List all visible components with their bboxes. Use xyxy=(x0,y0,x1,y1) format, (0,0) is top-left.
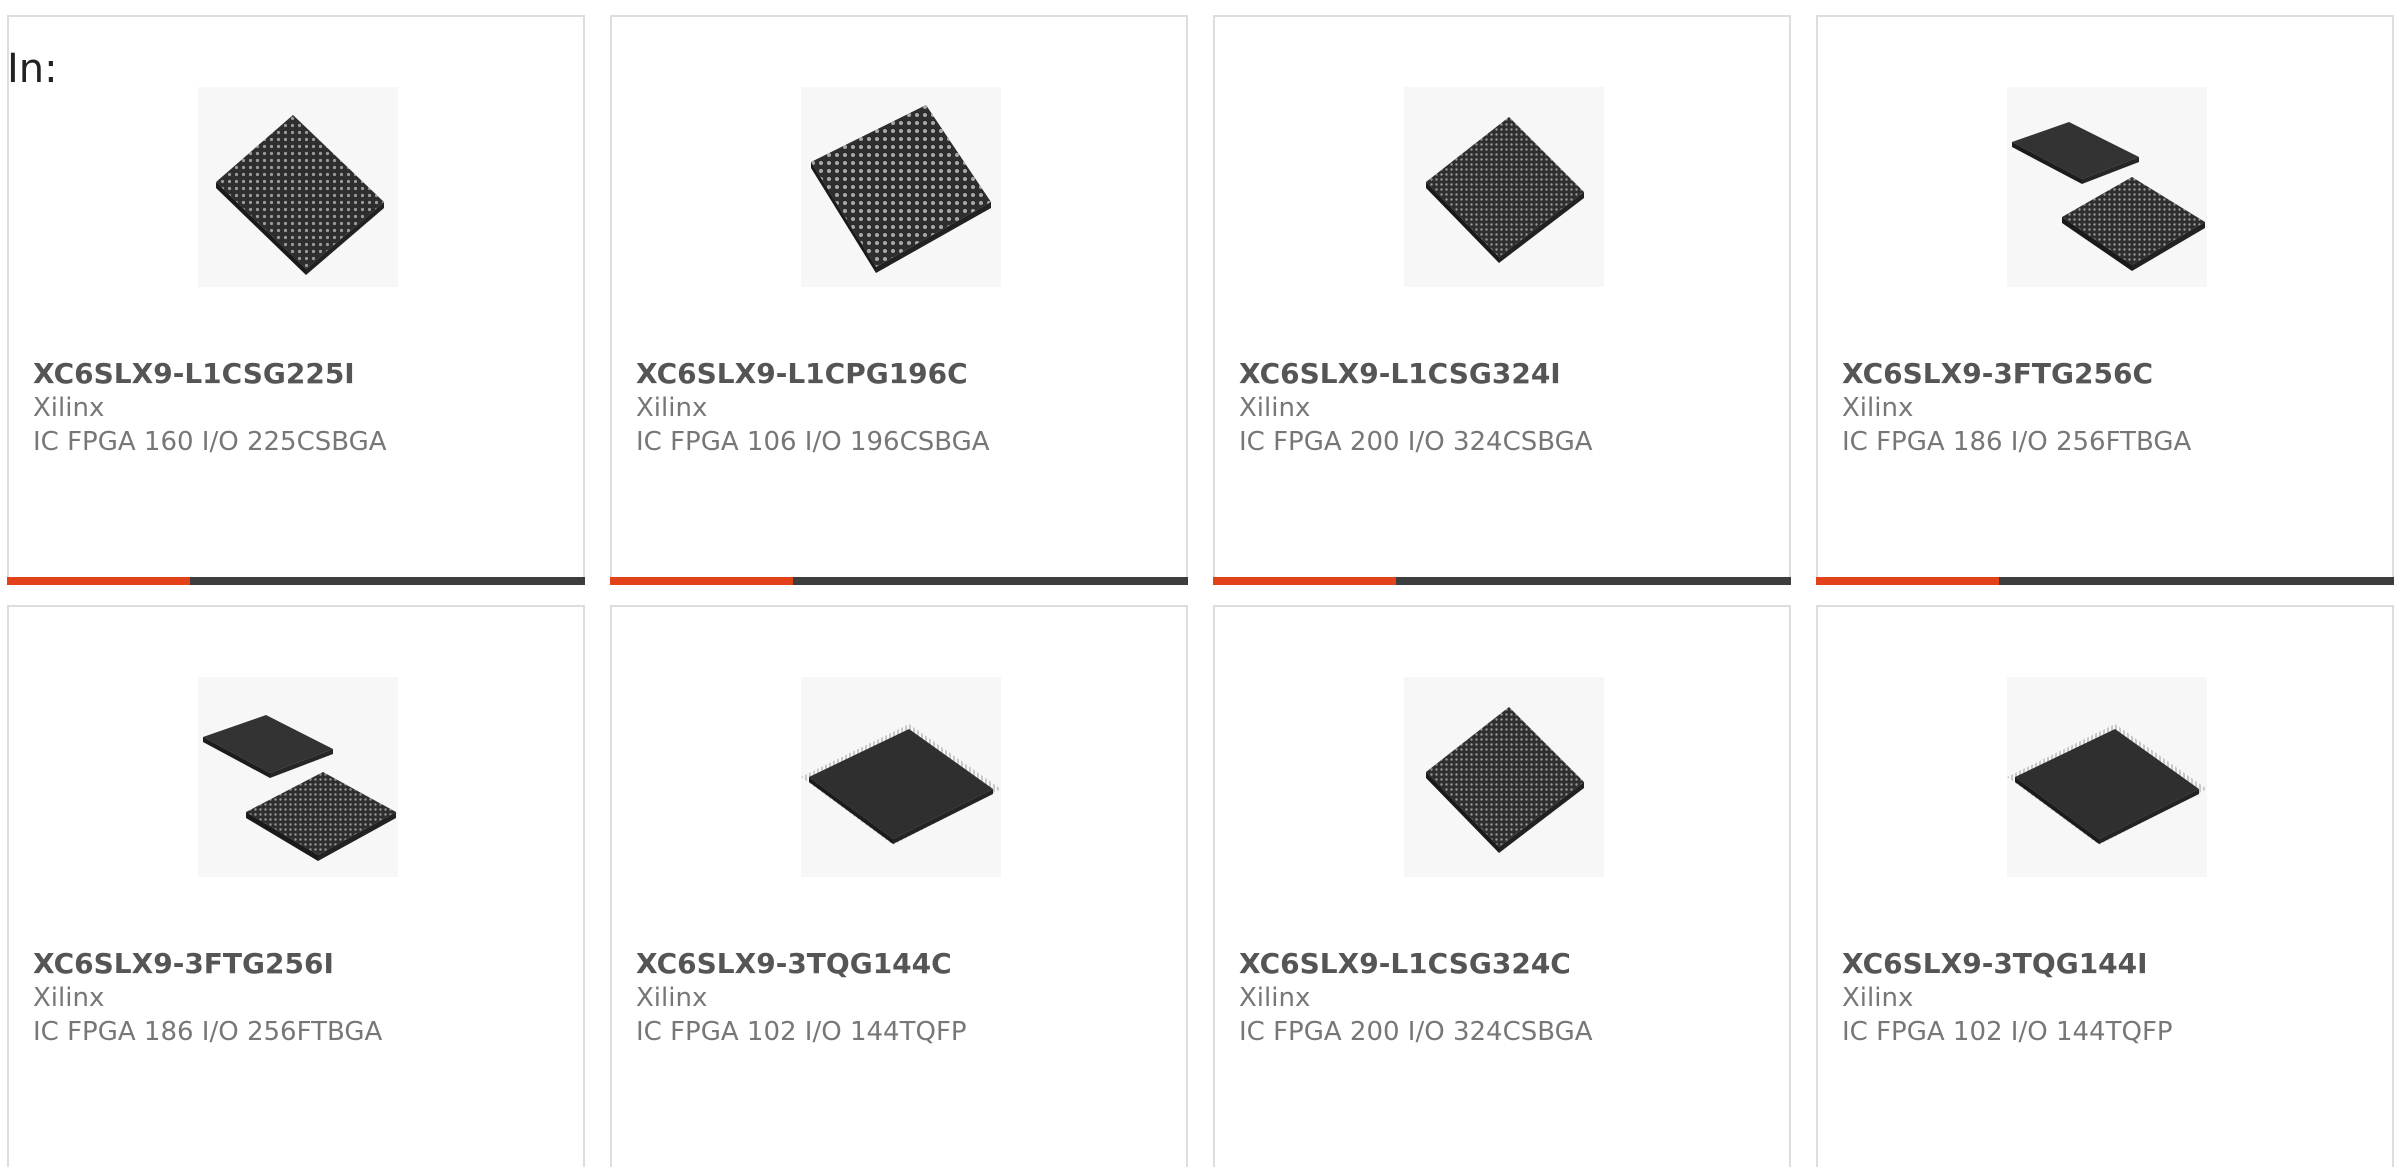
product-card[interactable]: XC6SLX9-L1CSG324I Xilinx IC FPGA 200 I/O… xyxy=(1213,15,1791,585)
card-bottom-bar-accent xyxy=(1213,577,1396,585)
part-number[interactable]: XC6SLX9-3FTG256I xyxy=(33,947,334,981)
tqfp-chip-icon[interactable] xyxy=(801,677,1001,877)
card-bottom-bar xyxy=(1816,577,2394,585)
product-grid-page: In: XC6SLX9-L1CSG225I Xilinx IC FPGA 160… xyxy=(0,0,2400,1167)
in-label: In: xyxy=(7,46,58,92)
bga-chip-icon[interactable] xyxy=(801,87,1001,287)
product-card[interactable]: XC6SLX9-3TQG144I Xilinx IC FPGA 102 I/O … xyxy=(1816,605,2394,1167)
manufacturer: Xilinx xyxy=(1842,983,1914,1013)
card-bottom-bar xyxy=(7,577,585,585)
product-card[interactable]: XC6SLX9-3FTG256I Xilinx IC FPGA 186 I/O … xyxy=(7,605,585,1167)
product-card[interactable]: XC6SLX9-L1CSG225I Xilinx IC FPGA 160 I/O… xyxy=(7,15,585,585)
description: IC FPGA 102 I/O 144TQFP xyxy=(1842,1017,2173,1047)
bga-chip-icon[interactable] xyxy=(198,87,398,287)
product-card[interactable]: XC6SLX9-3FTG256C Xilinx IC FPGA 186 I/O … xyxy=(1816,15,2394,585)
description: IC FPGA 200 I/O 324CSBGA xyxy=(1239,427,1593,457)
manufacturer: Xilinx xyxy=(636,393,708,423)
tqfp-chip-icon[interactable] xyxy=(2007,677,2207,877)
manufacturer: Xilinx xyxy=(1239,983,1311,1013)
product-card[interactable]: XC6SLX9-L1CSG324C Xilinx IC FPGA 200 I/O… xyxy=(1213,605,1791,1167)
part-number[interactable]: XC6SLX9-3TQG144C xyxy=(636,947,952,981)
description: IC FPGA 160 I/O 225CSBGA xyxy=(33,427,387,457)
bga-chip-pair-icon[interactable] xyxy=(198,677,398,877)
bga-chip-pair-icon[interactable] xyxy=(2007,87,2207,287)
card-bottom-bar-accent xyxy=(610,577,793,585)
description: IC FPGA 102 I/O 144TQFP xyxy=(636,1017,967,1047)
manufacturer: Xilinx xyxy=(1239,393,1311,423)
card-bottom-bar-accent xyxy=(1816,577,1999,585)
manufacturer: Xilinx xyxy=(33,983,105,1013)
description: IC FPGA 186 I/O 256FTBGA xyxy=(33,1017,383,1047)
description: IC FPGA 186 I/O 256FTBGA xyxy=(1842,427,2192,457)
manufacturer: Xilinx xyxy=(33,393,105,423)
part-number[interactable]: XC6SLX9-L1CSG324C xyxy=(1239,947,1571,981)
bga-chip-icon[interactable] xyxy=(1404,87,1604,287)
part-number[interactable]: XC6SLX9-L1CSG225I xyxy=(33,357,355,391)
product-card[interactable]: XC6SLX9-L1CPG196C Xilinx IC FPGA 106 I/O… xyxy=(610,15,1188,585)
description: IC FPGA 200 I/O 324CSBGA xyxy=(1239,1017,1593,1047)
card-bottom-bar-accent xyxy=(7,577,190,585)
part-number[interactable]: XC6SLX9-3FTG256C xyxy=(1842,357,2153,391)
bga-chip-icon[interactable] xyxy=(1404,677,1604,877)
card-bottom-bar xyxy=(1213,577,1791,585)
manufacturer: Xilinx xyxy=(636,983,708,1013)
card-bottom-bar xyxy=(610,577,1188,585)
product-card[interactable]: XC6SLX9-3TQG144C Xilinx IC FPGA 102 I/O … xyxy=(610,605,1188,1167)
manufacturer: Xilinx xyxy=(1842,393,1914,423)
description: IC FPGA 106 I/O 196CSBGA xyxy=(636,427,990,457)
part-number[interactable]: XC6SLX9-L1CSG324I xyxy=(1239,357,1561,391)
part-number[interactable]: XC6SLX9-3TQG144I xyxy=(1842,947,2148,981)
part-number[interactable]: XC6SLX9-L1CPG196C xyxy=(636,357,968,391)
